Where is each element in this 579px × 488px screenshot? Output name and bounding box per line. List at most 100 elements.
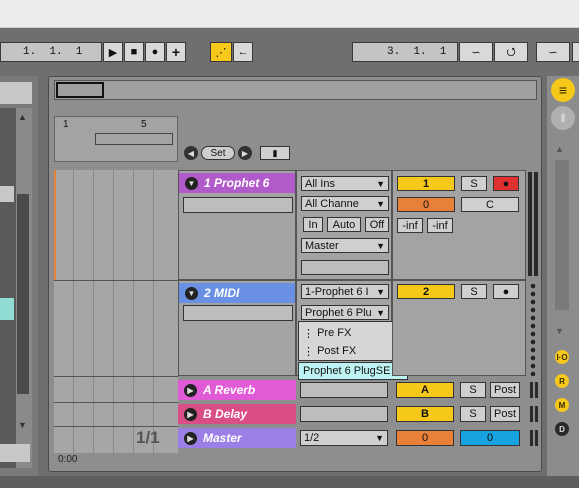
scroll-down-icon[interactable]: ▼	[18, 420, 30, 432]
io-toggle-icon[interactable]: I·O	[555, 350, 569, 364]
returns-toggle-icon[interactable]: R	[555, 374, 569, 388]
scroll-up-icon[interactable]: ▲	[555, 144, 569, 156]
scroll-down-icon[interactable]: ▼	[555, 326, 569, 338]
track-header-2[interactable]: ▼ 2 MIDI	[178, 280, 296, 376]
return-a-activator[interactable]: A	[396, 382, 454, 398]
pan-field[interactable]: C	[461, 197, 519, 212]
return-track-a[interactable]: ▶ A Reverb	[178, 380, 296, 400]
track-title-bar[interactable]: ▼ 1 Prophet 6	[179, 173, 295, 193]
record-icon[interactable]: ●	[145, 42, 165, 62]
chevron-down-icon: ▼	[376, 286, 385, 297]
track-name: 2 MIDI	[204, 286, 240, 300]
dropdown-value: All Ins	[305, 177, 335, 190]
level-meter	[535, 382, 538, 398]
punch-in-icon[interactable]: ∽	[459, 42, 493, 62]
chevron-down-icon: ▼	[376, 198, 385, 209]
output-chooser[interactable]: Master ▼	[301, 238, 389, 253]
browser-item[interactable]	[0, 186, 14, 202]
return-b-activator[interactable]: B	[396, 406, 454, 422]
clip-lane-area[interactable]: 1/1	[54, 170, 178, 453]
track-separator	[54, 402, 178, 403]
input-channel-chooser[interactable]: All Channe ▼	[301, 196, 389, 211]
previous-locator-icon[interactable]: ◀	[184, 146, 198, 160]
clip-slot[interactable]	[183, 305, 293, 321]
post-fader-button[interactable]: Post	[490, 382, 520, 398]
master-output-chooser[interactable]: 1/2 ▼	[300, 430, 388, 446]
record-arm-icon[interactable]: ●	[493, 176, 519, 191]
browser-item-selected[interactable]	[0, 298, 14, 320]
track-separator	[54, 280, 178, 281]
solo-button[interactable]: S	[460, 382, 486, 398]
scroll-up-icon[interactable]: ▲	[18, 112, 30, 124]
punch-out-icon[interactable]: ∽	[536, 42, 570, 62]
browser-scroll-thumb[interactable]	[17, 194, 29, 394]
expand-icon[interactable]: ▶	[184, 407, 197, 421]
track-title-bar[interactable]: ▼ 2 MIDI	[179, 283, 295, 303]
input-channel-chooser[interactable]: Prophet 6 Plu ▼	[301, 305, 389, 320]
track-activator[interactable]: 1	[397, 176, 455, 191]
output-channel-chooser[interactable]	[301, 260, 389, 275]
next-locator-icon[interactable]: ▶	[238, 146, 252, 160]
arrangement-position-field[interactable]: 1. 1. 1	[0, 42, 102, 62]
menu-item-post-fx[interactable]: ⋮ Post FX	[303, 343, 403, 359]
add-icon[interactable]: +	[166, 42, 186, 62]
input-type-chooser[interactable]: All Ins ▼	[301, 176, 389, 191]
fold-icon[interactable]: ▼	[185, 286, 198, 300]
return-track-b[interactable]: ▶ B Delay	[178, 404, 296, 424]
mixer-section-1: 1 S ● 0 C -inf -inf	[392, 170, 526, 280]
draw-mode-icon[interactable]	[572, 42, 579, 62]
monitor-in-button[interactable]: In	[303, 217, 323, 232]
browser-scrollbar[interactable]: ▲ ▼	[16, 108, 32, 468]
overview-viewport[interactable]	[56, 82, 104, 98]
mixer-toggle-icon[interactable]: M	[555, 398, 569, 412]
solo-button[interactable]: S	[461, 176, 487, 191]
session-view-icon[interactable]: ‖	[551, 106, 575, 130]
input-type-chooser[interactable]: 1-Prophet 6 I ▼	[301, 284, 389, 299]
time-marker: 0:00	[58, 454, 78, 465]
level-meter	[535, 406, 538, 422]
play-icon[interactable]: ▶	[103, 42, 123, 62]
post-fader-button[interactable]: Post	[490, 406, 520, 422]
delay-toggle-icon[interactable]: D	[555, 422, 569, 436]
page-counter: 1/1	[136, 428, 160, 447]
grid-line	[73, 170, 74, 453]
return-a-output[interactable]	[300, 382, 388, 398]
track-activator[interactable]: 2	[397, 284, 455, 299]
menu-item-label: Post FX	[317, 345, 357, 357]
arrangement-overview[interactable]	[54, 80, 537, 100]
track-header-1[interactable]: ▼ 1 Prophet 6	[178, 170, 296, 280]
volume-field[interactable]: 0	[397, 197, 455, 212]
menu-item-pre-fx[interactable]: ⋮ Pre FX	[303, 325, 403, 341]
master-pan-field[interactable]: 0	[460, 430, 520, 446]
chevron-down-icon: ▼	[376, 178, 385, 189]
solo-button[interactable]: S	[461, 284, 487, 299]
track-separator	[54, 426, 178, 427]
loop-end-field[interactable]: 3. 1. 1	[352, 42, 458, 62]
master-track[interactable]: ▶ Master	[178, 428, 296, 448]
level-meter-dots	[529, 282, 537, 376]
track-scrollbar[interactable]	[555, 160, 569, 310]
automation-arm-icon[interactable]: ⋰	[210, 42, 232, 62]
loop-brace[interactable]	[95, 133, 173, 145]
level-meter	[530, 382, 533, 398]
expand-icon[interactable]: ▶	[184, 431, 197, 445]
mixer-section-2: 2 S ●	[392, 280, 526, 376]
master-volume-field[interactable]: 0	[396, 430, 454, 446]
record-arm-icon[interactable]: ●	[493, 284, 519, 299]
monitor-auto-button[interactable]: Auto	[327, 217, 361, 232]
loop-icon[interactable]: ⭯	[494, 42, 528, 62]
stop-icon[interactable]: ■	[124, 42, 144, 62]
arrangement-view-icon[interactable]: ≡	[551, 78, 575, 102]
dropdown-value: All Channe	[305, 197, 359, 210]
track-name: Master	[203, 431, 242, 445]
return-b-output[interactable]	[300, 406, 388, 422]
back-to-arrangement-icon[interactable]: ←	[233, 42, 253, 62]
expand-icon[interactable]: ▶	[184, 383, 197, 397]
monitor-off-button[interactable]: Off	[365, 217, 389, 232]
set-locator-button[interactable]: Set	[201, 146, 235, 160]
lock-icon[interactable]: ▮	[260, 146, 290, 160]
solo-button[interactable]: S	[460, 406, 486, 422]
fold-icon[interactable]: ▼	[185, 176, 198, 190]
beat-time-ruler[interactable]: 1 5	[54, 116, 178, 162]
clip-slot[interactable]	[183, 197, 293, 213]
